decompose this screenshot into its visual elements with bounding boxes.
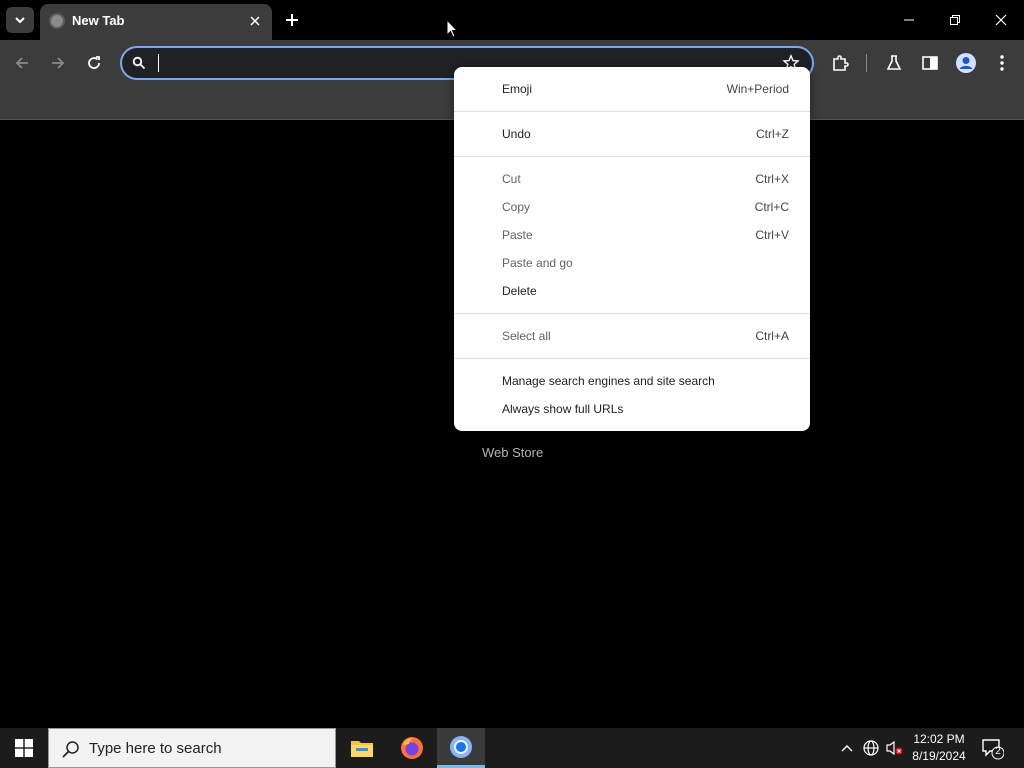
firefox-icon <box>401 737 423 759</box>
windows-logo-icon <box>15 739 33 757</box>
flask-icon <box>886 55 902 70</box>
toolbar-divider <box>866 54 867 72</box>
reload-icon <box>88 56 100 69</box>
puzzle-icon <box>833 55 849 71</box>
menu-item-paste-and-go[interactable]: Paste and go <box>454 249 810 277</box>
tab-strip: New Tab <box>0 0 1024 40</box>
folder-icon <box>351 741 373 757</box>
menu-separator <box>454 313 810 314</box>
search-icon <box>62 741 79 758</box>
menu-item-always-show-full-urls[interactable]: Always show full URLs <box>454 395 810 423</box>
arrow-left-icon <box>15 57 28 69</box>
taskbar: Type here to search 12:02 PM 8/19/2024 2 <box>0 728 1024 768</box>
extensions-button[interactable] <box>828 51 852 75</box>
kebab-menu-icon <box>1000 55 1004 71</box>
notification-center-button[interactable]: 2 <box>980 736 1005 760</box>
menu-item-emoji[interactable]: Emoji Win+Period <box>454 75 810 103</box>
system-clock[interactable]: 12:02 PM 8/19/2024 <box>904 731 974 765</box>
clock-date: 8/19/2024 <box>912 749 966 763</box>
context-menu: Emoji Win+Period Undo Ctrl+Z Cut Ctrl+X … <box>454 67 810 431</box>
menu-item-delete[interactable]: Delete <box>454 277 810 305</box>
menu-separator <box>454 156 810 157</box>
arrow-right-icon <box>52 57 65 69</box>
menu-item-paste[interactable]: Paste Ctrl+V <box>454 221 810 249</box>
new-tab-button[interactable] <box>280 8 304 32</box>
minimize-icon <box>904 19 914 21</box>
taskbar-search-box[interactable]: Type here to search <box>48 728 336 768</box>
tab-title: New Tab <box>72 13 125 28</box>
clock-time: 12:02 PM <box>913 732 965 746</box>
side-panel-button[interactable] <box>918 51 942 75</box>
menu-item-manage-search-engines[interactable]: Manage search engines and site search <box>454 367 810 395</box>
menu-item-cut[interactable]: Cut Ctrl+X <box>454 165 810 193</box>
web-store-shortcut-label[interactable]: Web Store <box>482 445 543 460</box>
restore-button[interactable] <box>932 0 978 40</box>
network-button[interactable] <box>860 728 882 768</box>
close-window-button[interactable] <box>978 0 1024 40</box>
globe-icon <box>49 13 65 29</box>
taskbar-search-placeholder: Type here to search <box>89 740 222 757</box>
show-hidden-icons-button[interactable] <box>836 728 858 768</box>
tab-new-tab[interactable]: New Tab <box>40 4 272 40</box>
chevron-up-icon <box>841 745 853 752</box>
menu-item-select-all[interactable]: Select all Ctrl+A <box>454 322 810 350</box>
menu-separator <box>454 358 810 359</box>
start-button[interactable] <box>0 728 48 768</box>
close-icon <box>250 16 260 26</box>
chevron-down-icon <box>15 17 25 24</box>
menu-separator <box>454 111 810 112</box>
back-button[interactable] <box>10 51 34 75</box>
tab-search-button[interactable] <box>6 7 34 33</box>
tab-close-button[interactable] <box>246 12 264 30</box>
forward-button[interactable] <box>46 51 70 75</box>
chrome-button[interactable] <box>437 728 485 768</box>
profile-button[interactable] <box>954 51 978 75</box>
globe-icon <box>863 740 879 756</box>
plus-icon <box>286 14 298 26</box>
menu-item-undo[interactable]: Undo Ctrl+Z <box>454 120 810 148</box>
reload-button[interactable] <box>82 51 106 75</box>
side-panel-icon <box>922 56 938 70</box>
notification-count: 2 <box>995 746 1001 757</box>
avatar-icon <box>956 53 976 73</box>
mouse-cursor-icon <box>446 19 458 38</box>
close-icon <box>995 14 1007 26</box>
chrome-icon <box>450 735 472 758</box>
firefox-button[interactable] <box>388 728 436 768</box>
speaker-muted-icon <box>886 740 903 756</box>
screen: New Tab Web Store Emoji Win+Period Undo … <box>0 0 1024 768</box>
minimize-button[interactable] <box>886 0 932 40</box>
text-caret <box>158 54 159 72</box>
menu-item-copy[interactable]: Copy Ctrl+C <box>454 193 810 221</box>
restore-icon <box>950 15 960 25</box>
menu-button[interactable] <box>990 51 1014 75</box>
labs-button[interactable] <box>882 51 906 75</box>
window-controls <box>886 0 1024 40</box>
file-explorer-button[interactable] <box>338 728 386 768</box>
search-icon <box>132 56 146 70</box>
volume-button[interactable] <box>884 728 906 768</box>
